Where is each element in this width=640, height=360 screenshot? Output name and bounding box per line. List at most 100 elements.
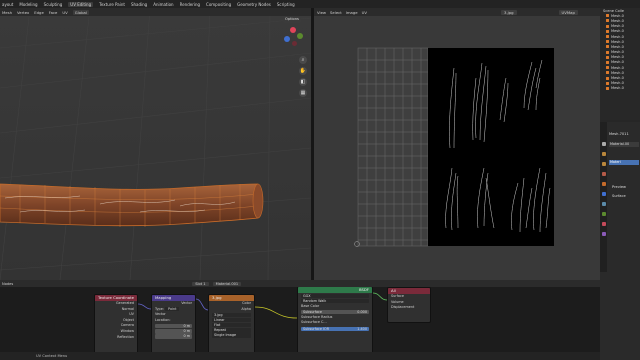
workspace-tabs-bar: ayout Modeling Sculpting UV Editing Text… (0, 0, 640, 8)
uv-map-dropdown[interactable]: UVMap (558, 9, 578, 15)
gizmo-z-icon[interactable] (284, 36, 290, 42)
uv-menu-view[interactable]: View (317, 10, 326, 15)
source-dropdown[interactable]: Single Image (212, 333, 251, 338)
tab-texture-paint[interactable]: Texture Paint (99, 2, 125, 7)
viewport-menu-vertex[interactable]: Vertex (17, 10, 29, 15)
hair-strands-art (445, 59, 551, 233)
location-label: Location: (155, 317, 171, 322)
object-tab-icon[interactable] (601, 182, 606, 186)
tab-uv-editing[interactable]: UV Editing (68, 1, 94, 7)
preview-panel-header[interactable]: Preview (612, 185, 626, 189)
node-editor-header: Nodes Slot 1 Material.001 (0, 280, 600, 287)
socket-subsurface-color[interactable]: Subsurface C... (298, 320, 372, 326)
location-y-field[interactable]: 0 m (155, 328, 192, 334)
properties-tabs (600, 122, 607, 272)
socket-displacement[interactable]: Displacement (388, 305, 430, 311)
uv-menu-uv[interactable]: UV (362, 10, 367, 15)
socket-base-color[interactable]: Base Color (298, 304, 372, 310)
viewport-scene (0, 8, 311, 280)
outliner-title: Scene Colle (603, 8, 625, 13)
gizmo-x-icon[interactable] (290, 27, 296, 33)
image-browse-field[interactable]: 3.jpg (501, 9, 517, 15)
viewport-options-area: Options (283, 17, 309, 23)
mesh-icon (606, 14, 609, 18)
physics-tab-icon[interactable] (601, 202, 606, 206)
mesh-icon (606, 76, 609, 80)
mapping-type-dropdown[interactable]: Point (165, 306, 180, 311)
mapping-node[interactable]: Mapping Vector Type: Point Vector Locati… (151, 294, 196, 360)
outliner[interactable]: Scene Colle Mesh.0 Mesh.0 Mesh.0 Mesh.0 … (600, 8, 640, 120)
tab-modeling[interactable]: Modeling (19, 2, 37, 7)
material-name-field[interactable]: Materi (609, 160, 639, 165)
grid-view-icon[interactable]: ▦ (299, 89, 307, 97)
subsurface-ior-field[interactable]: Subsurface IOR 1.400 (301, 326, 369, 332)
output-tab-icon[interactable] (601, 162, 606, 166)
mesh-icon (606, 71, 609, 75)
uv-menu-select[interactable]: Select (330, 10, 342, 15)
data-tab-icon[interactable] (601, 212, 606, 216)
viewport-menu-face[interactable]: Face (49, 10, 58, 15)
options-dropdown[interactable]: Options (283, 17, 301, 23)
mesh-icon (606, 35, 609, 39)
mesh-icon (606, 60, 609, 64)
socket-reflection[interactable]: Reflection (95, 335, 137, 341)
viewport-menu-uv[interactable]: UV (62, 10, 67, 15)
node-material-field[interactable]: Material.001 (212, 281, 242, 286)
zoom-icon[interactable]: ⌕ (299, 56, 307, 64)
texture-coordinate-node[interactable]: Texture Coordinate Generated Normal UV O… (94, 294, 138, 360)
mesh-icon (606, 40, 609, 44)
mesh-icon (606, 86, 609, 90)
tab-layout[interactable]: ayout (2, 2, 13, 7)
tab-shading[interactable]: Shading (131, 2, 147, 7)
location-z-field[interactable]: 0 m (155, 334, 192, 339)
subsurface-field[interactable]: Subsurface 0.000 (301, 309, 369, 315)
viewport-menu-mesh[interactable]: Mesh (2, 10, 12, 15)
mesh-icon (606, 29, 609, 33)
status-hint: UV Context Menu (36, 354, 68, 358)
mesh-icon (606, 81, 609, 85)
extension-dropdown[interactable]: Repeat (212, 327, 251, 333)
viewport-header: Mesh Vertex Edge Face UV Global (0, 8, 311, 16)
surface-panel-header[interactable]: Surface (612, 194, 626, 198)
material-slot-dropdown[interactable]: Slot 1 (192, 281, 209, 286)
image-browse-field[interactable]: 3.jpg (212, 312, 251, 318)
tab-compositing[interactable]: Compositing (206, 2, 231, 7)
shader-node-editor[interactable]: Texture Coordinate Generated Normal UV O… (0, 280, 600, 360)
mesh-icon (606, 66, 609, 70)
pan-hand-icon[interactable]: ✋ (299, 67, 307, 75)
subsurface-method-dropdown[interactable]: Random Walk (301, 298, 369, 304)
tab-sculpting[interactable]: Sculpting (44, 2, 63, 7)
distribution-dropdown[interactable]: GGX (301, 293, 369, 299)
socket-alpha[interactable]: Alpha (209, 307, 254, 313)
tab-rendering[interactable]: Rendering (180, 2, 200, 7)
tab-animation[interactable]: Animation (153, 2, 173, 7)
node-title: BSDF (298, 287, 372, 293)
hair-texture-image (428, 48, 554, 246)
tab-geometry-nodes[interactable]: Geometry Nodes (237, 2, 271, 7)
mesh-icon (606, 24, 609, 28)
viewport-menu-edge[interactable]: Edge (34, 10, 44, 15)
tab-scripting[interactable]: Scripting (277, 2, 295, 7)
interpolation-dropdown[interactable]: Linear (212, 317, 251, 323)
scene-tab-icon[interactable] (601, 172, 606, 176)
modifier-tab-icon[interactable] (601, 192, 606, 196)
transform-orientation-dropdown[interactable]: Global (72, 9, 89, 15)
gizmo-y-icon[interactable] (297, 33, 303, 39)
material-slot-field[interactable]: Material.00 (609, 142, 639, 147)
camera-view-icon[interactable]: ◧ (299, 78, 307, 86)
uv-menu-image[interactable]: Image (346, 10, 358, 15)
3d-viewport[interactable] (0, 8, 311, 280)
material-tab-icon[interactable] (601, 222, 606, 226)
uv-editor-header: View Select Image UV 3.jpg UVMap (314, 8, 600, 16)
mesh-icon (606, 19, 609, 23)
tool-tab-icon[interactable] (601, 142, 606, 146)
material-output-node[interactable]: All Surface Volume Displacement (387, 287, 431, 323)
image-texture-node[interactable]: 3.jpg Color Alpha 3.jpg Linear Flat Repe… (208, 294, 255, 360)
principled-bsdf-node[interactable]: BSDF GGX Random Walk Base Color Subsurfa… (297, 286, 373, 360)
projection-dropdown[interactable]: Flat (212, 322, 251, 328)
gizmo-neg-x-icon[interactable] (292, 41, 297, 46)
location-x-field[interactable]: 0 m (155, 323, 192, 329)
outliner-item[interactable]: Mesh.0 (600, 86, 640, 91)
render-tab-icon[interactable] (601, 152, 606, 156)
texture-tab-icon[interactable] (601, 232, 606, 236)
